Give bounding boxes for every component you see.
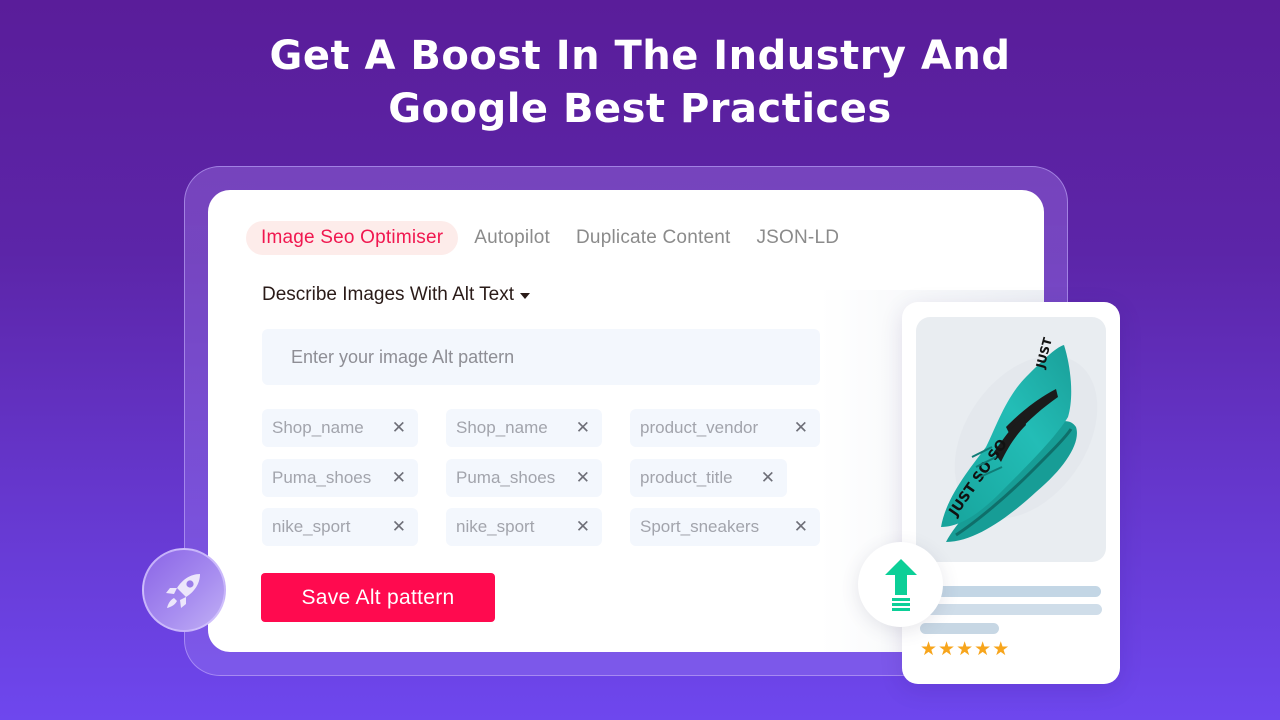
text-line-placeholder <box>921 586 1101 597</box>
chip-label: Puma_shoes <box>272 468 372 487</box>
rocket-badge <box>142 548 226 632</box>
headline-line-2: Google Best Practices <box>388 86 892 132</box>
tag-chip: Shop_name ✕ <box>262 409 418 447</box>
tab-autopilot[interactable]: Autopilot <box>468 221 556 255</box>
boost-badge <box>858 542 943 627</box>
tag-chip: Puma_shoes ✕ <box>446 459 602 497</box>
alt-pattern-input[interactable] <box>262 329 820 385</box>
star-icon: ★ <box>974 638 992 660</box>
close-icon[interactable]: ✕ <box>392 517 406 537</box>
tag-chip: product_vendor ✕ <box>630 409 820 447</box>
tab-bar: Image Seo Optimiser Autopilot Duplicate … <box>246 221 859 255</box>
close-icon[interactable]: ✕ <box>392 468 406 488</box>
tag-chip: nike_sport ✕ <box>446 508 602 546</box>
sneaker-image: JUST SO SO JUST <box>941 335 1098 542</box>
star-icon: ★ <box>956 638 974 660</box>
text-line-placeholder <box>921 604 1102 615</box>
caret-down-icon <box>520 293 531 299</box>
star-icon: ★ <box>920 638 938 660</box>
chip-label: Shop_name <box>272 418 364 437</box>
headline-line-1: Get A Boost In The Industry And <box>269 33 1011 79</box>
star-icon: ★ <box>938 638 956 660</box>
chip-label: nike_sport <box>456 517 535 536</box>
close-icon[interactable]: ✕ <box>794 418 808 438</box>
tag-chip: Shop_name ✕ <box>446 409 602 447</box>
section-title: Describe Images With Alt Text <box>262 284 515 305</box>
rocket-icon <box>166 574 200 608</box>
tab-duplicate-content[interactable]: Duplicate Content <box>570 221 736 255</box>
tag-chip: product_title ✕ <box>630 459 787 497</box>
product-image: JUST SO SO JUST <box>916 317 1106 562</box>
chip-label: product_title <box>640 468 733 487</box>
star-rating: ★ ★ ★ ★ ★ <box>920 639 1010 659</box>
star-icon: ★ <box>992 638 1010 660</box>
close-icon[interactable]: ✕ <box>392 418 406 438</box>
close-icon[interactable]: ✕ <box>761 468 775 488</box>
alt-text-dropdown[interactable]: Describe Images With Alt Text <box>262 284 531 306</box>
chip-label: product_vendor <box>640 418 759 437</box>
tag-chip: Puma_shoes ✕ <box>262 459 418 497</box>
tag-chip: Sport_sneakers ✕ <box>630 508 820 546</box>
tab-json-ld[interactable]: JSON-LD <box>750 221 845 255</box>
tag-chip: nike_sport ✕ <box>262 508 418 546</box>
text-line-placeholder <box>920 623 999 634</box>
chip-label: Puma_shoes <box>456 468 556 487</box>
chip-label: Shop_name <box>456 418 548 437</box>
arrow-up-icon <box>884 558 917 611</box>
close-icon[interactable]: ✕ <box>794 517 808 537</box>
save-alt-pattern-button[interactable]: Save Alt pattern <box>261 573 495 622</box>
close-icon[interactable]: ✕ <box>576 468 590 488</box>
chip-label: Sport_sneakers <box>640 517 760 536</box>
headline: Get A Boost In The Industry And Google B… <box>0 30 1280 136</box>
close-icon[interactable]: ✕ <box>576 517 590 537</box>
close-icon[interactable]: ✕ <box>576 418 590 438</box>
tab-image-seo-optimiser[interactable]: Image Seo Optimiser <box>246 221 459 255</box>
chip-label: nike_sport <box>272 517 351 536</box>
